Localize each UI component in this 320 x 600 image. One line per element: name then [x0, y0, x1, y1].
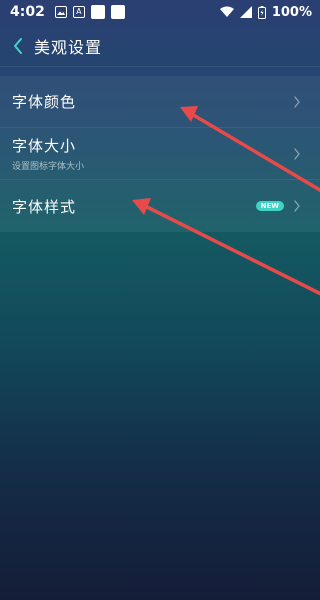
app-notification-icon-2: [110, 5, 125, 19]
app-header: 美观设置: [0, 28, 320, 64]
row-title: 字体大小: [12, 137, 77, 155]
page-title: 美观设置: [34, 38, 103, 57]
status-right: 100%: [219, 4, 312, 20]
font-notification-icon: A: [72, 6, 85, 18]
back-button[interactable]: [4, 28, 32, 64]
setting-font-color[interactable]: 字体颜色: [0, 76, 320, 128]
row-subtitle: 设置图标字体大小: [12, 162, 85, 172]
battery-percent: 100%: [271, 4, 312, 20]
setting-font-size[interactable]: 字体大小 设置图标字体大小: [0, 128, 320, 180]
status-left: 4:02 A: [10, 4, 125, 20]
chevron-right-icon: [294, 95, 300, 108]
row-title: 字体样式: [12, 197, 77, 216]
row-title: 字体颜色: [12, 93, 77, 111]
status-bar: 4:02 A 100%: [0, 0, 320, 24]
setting-font-style[interactable]: 字体样式 NEW: [0, 180, 320, 232]
signal-icon: [239, 6, 252, 18]
chevron-left-icon: [14, 38, 22, 54]
battery-icon: [257, 5, 266, 19]
header-divider: [0, 66, 320, 67]
settings-list: 字体颜色 字体大小 设置图标字体大小 字体样式 NEW: [0, 76, 320, 232]
status-time: 4:02: [10, 4, 45, 20]
chevron-right-icon: [294, 200, 300, 212]
row-text: 字体样式: [12, 196, 256, 217]
image-notification-icon: [54, 6, 67, 18]
row-text: 字体大小 设置图标字体大小: [12, 135, 292, 172]
wifi-icon: [219, 6, 234, 18]
app-notification-icon: [90, 5, 105, 19]
chevron-right-icon: [294, 147, 300, 160]
new-badge: NEW: [255, 201, 284, 211]
row-text: 字体颜色: [12, 91, 292, 112]
